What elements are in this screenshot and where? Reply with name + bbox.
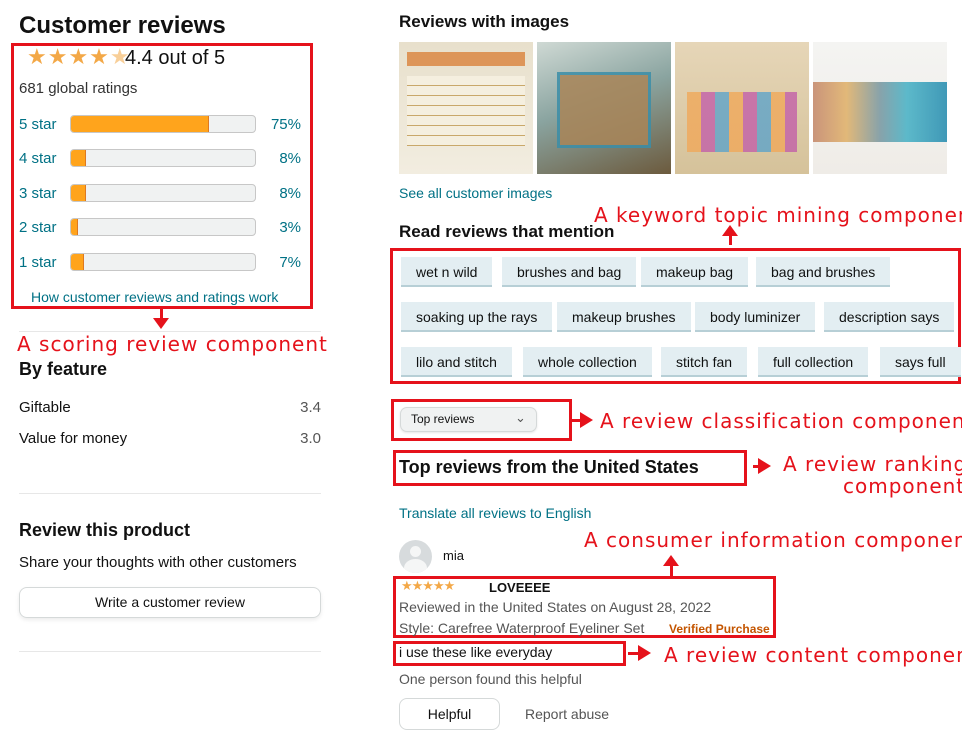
report-abuse-link[interactable]: Report abuse [525, 706, 609, 722]
review-product-title: Review this product [19, 520, 191, 540]
ranking-annotation-line2: component [843, 474, 962, 498]
translate-reviews-link[interactable]: Translate all reviews to English [399, 505, 591, 521]
histogram-pct[interactable]: 75% [251, 116, 301, 133]
histogram-bar[interactable] [70, 115, 256, 133]
review-image-thumbnail[interactable] [813, 42, 947, 174]
customer-reviews-title: Customer reviews [19, 12, 226, 39]
review-headline[interactable]: LOVEEEE [489, 580, 550, 595]
feature-name: Giftable [19, 399, 71, 416]
mention-chip[interactable]: description says [824, 302, 955, 332]
write-review-button[interactable]: Write a customer review [19, 587, 321, 618]
feature-score: 3.4 [300, 399, 321, 416]
review-image-thumbnail[interactable] [399, 42, 533, 174]
helpful-button[interactable]: Helpful [399, 698, 500, 730]
histogram-pct[interactable]: 3% [251, 219, 301, 236]
how-reviews-work-link[interactable]: How customer reviews and ratings work [31, 289, 278, 305]
histogram-pct[interactable]: 7% [251, 254, 301, 271]
arrow-right-icon [758, 458, 771, 474]
mention-chip[interactable]: says full [880, 347, 961, 377]
rating-stars-icon: ★★★★★ [27, 44, 131, 69]
see-all-images-link[interactable]: See all customer images [399, 185, 552, 201]
mention-chip[interactable]: makeup brushes [557, 302, 691, 332]
histogram-bar[interactable] [70, 149, 256, 167]
read-mentions-title: Read reviews that mention [399, 222, 615, 241]
mention-chip[interactable]: full collection [758, 347, 869, 377]
histogram-label[interactable]: 4 star [19, 150, 57, 167]
mention-chip[interactable]: bag and brushes [756, 257, 891, 287]
mention-chip[interactable]: soaking up the rays [401, 302, 553, 332]
arrow-down-icon [153, 318, 169, 329]
arrow-up-icon [722, 225, 738, 236]
histogram-bar[interactable] [70, 184, 256, 202]
histogram-pct[interactable]: 8% [251, 150, 301, 167]
review-product-subtitle: Share your thoughts with other customers [19, 554, 297, 571]
review-image-thumbnail[interactable] [537, 42, 671, 174]
avatar [399, 540, 432, 573]
mention-chip[interactable]: whole collection [523, 347, 652, 377]
arrow-right-icon [638, 645, 651, 661]
scoring-annotation: A scoring review component [17, 332, 328, 356]
arrow-up-icon [663, 555, 679, 566]
arrow-right-icon [580, 412, 593, 428]
verified-purchase-badge: Verified Purchase [669, 622, 770, 636]
mention-chip[interactable]: wet n wild [401, 257, 493, 287]
sort-dropdown[interactable]: Top reviews ⌄ [400, 407, 537, 432]
histogram-label[interactable]: 1 star [19, 254, 57, 271]
top-reviews-title: Top reviews from the United States [399, 457, 699, 477]
histogram-label[interactable]: 3 star [19, 185, 57, 202]
reviewer-name[interactable]: mia [443, 548, 464, 563]
chevron-down-icon: ⌄ [515, 410, 526, 425]
mention-chip[interactable]: brushes and bag [502, 257, 637, 287]
mention-chip[interactable]: lilo and stitch [401, 347, 512, 377]
divider [19, 331, 321, 332]
content-annotation: A review content component [664, 643, 962, 667]
review-image-thumbnail[interactable] [675, 42, 809, 174]
by-feature-title: By feature [19, 359, 108, 379]
histogram-label[interactable]: 2 star [19, 219, 57, 236]
rating-text: 4.4 out of 5 [125, 47, 226, 69]
classification-annotation: A review classification component [600, 409, 962, 433]
helpful-count: One person found this helpful [399, 671, 582, 687]
feature-name: Value for money [19, 430, 128, 447]
histogram-label[interactable]: 5 star [19, 116, 57, 133]
review-body: i use these like everyday [399, 644, 553, 660]
consumer-annotation: A consumer information component [584, 528, 962, 552]
histogram-bar[interactable] [70, 218, 256, 236]
mention-chip[interactable]: stitch fan [661, 347, 748, 377]
mention-chip[interactable]: body luminizer [695, 302, 816, 332]
histogram-bar[interactable] [70, 253, 256, 271]
divider [19, 493, 321, 494]
review-style[interactable]: Style: Carefree Waterproof Eyeliner Set [399, 620, 644, 636]
divider [19, 651, 321, 652]
ranking-annotation-line1: A review ranking [783, 452, 962, 476]
keyword-annotation: A keyword topic mining component [594, 203, 962, 227]
feature-score: 3.0 [300, 430, 321, 447]
mention-chip[interactable]: makeup bag [641, 257, 749, 287]
review-stars-icon: ★★★★★ [401, 578, 455, 593]
review-date: Reviewed in the United States on August … [399, 599, 712, 615]
global-ratings: 681 global ratings [19, 80, 138, 97]
histogram-pct[interactable]: 8% [251, 185, 301, 202]
sort-selected-value: Top reviews [411, 412, 475, 426]
reviews-with-images-title: Reviews with images [399, 12, 570, 31]
